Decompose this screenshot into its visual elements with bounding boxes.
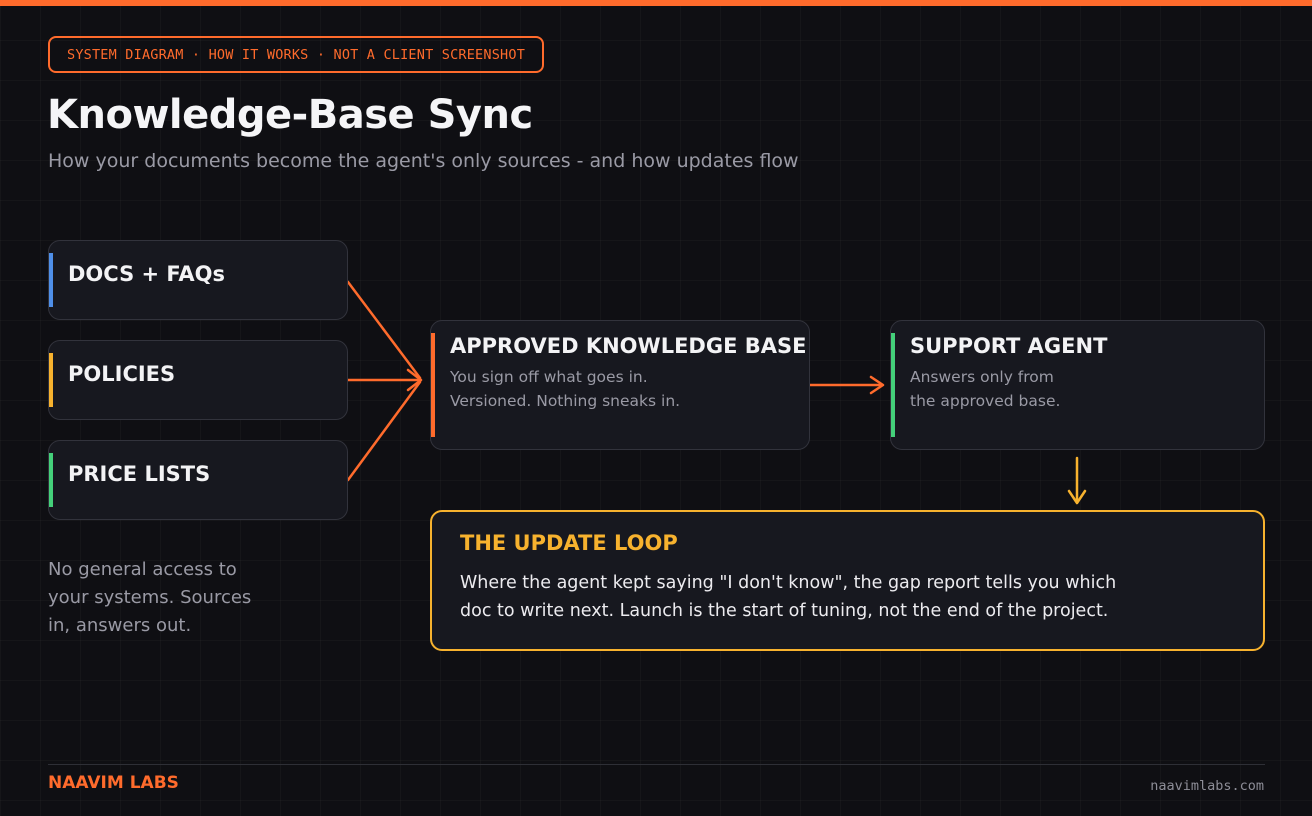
footer-url[interactable]: naavimlabs.com [1150, 778, 1264, 794]
knowledge-base-box: APPROVED KNOWLEDGE BASE You sign off wha… [430, 320, 810, 450]
arrow-prices-to-kb [346, 380, 422, 482]
source-label: PRICE LISTS [68, 462, 211, 486]
source-color-bar [49, 253, 53, 307]
kb-line-2: Versioned. Nothing sneaks in. [450, 392, 681, 410]
support-agent-box: SUPPORT AGENT Answers only from the appr… [890, 320, 1265, 450]
update-loop-line-2: doc to write next. Launch is the start o… [460, 601, 1109, 621]
agent-title: SUPPORT AGENT [910, 334, 1108, 358]
agent-line-2: the approved base. [910, 392, 1061, 410]
source-color-bar [49, 453, 53, 507]
source-note: No general access to your systems. Sourc… [48, 559, 252, 636]
update-loop-title: THE UPDATE LOOP [460, 531, 678, 555]
kb-title: APPROVED KNOWLEDGE BASE [450, 334, 807, 358]
source-docs-faqs: DOCS + FAQs [48, 240, 348, 320]
kb-line-1: You sign off what goes in. [450, 368, 648, 386]
source-price-lists: PRICE LISTS [48, 440, 348, 520]
update-loop-box: THE UPDATE LOOP Where the agent kept say… [430, 510, 1265, 651]
brand-name: NAAVIM LABS [48, 773, 179, 793]
source-label: POLICIES [68, 362, 176, 386]
agent-color-bar [891, 333, 895, 437]
arrow-docs-to-kb [346, 280, 422, 380]
kb-color-bar [431, 333, 435, 437]
source-color-bar [49, 353, 53, 407]
footer-divider [48, 764, 1265, 765]
source-policies: POLICIES [48, 340, 348, 420]
source-label: DOCS + FAQs [68, 262, 225, 286]
update-loop-line-1: Where the agent kept saying "I don't kno… [460, 573, 1117, 593]
agent-line-1: Answers only from [910, 368, 1054, 386]
